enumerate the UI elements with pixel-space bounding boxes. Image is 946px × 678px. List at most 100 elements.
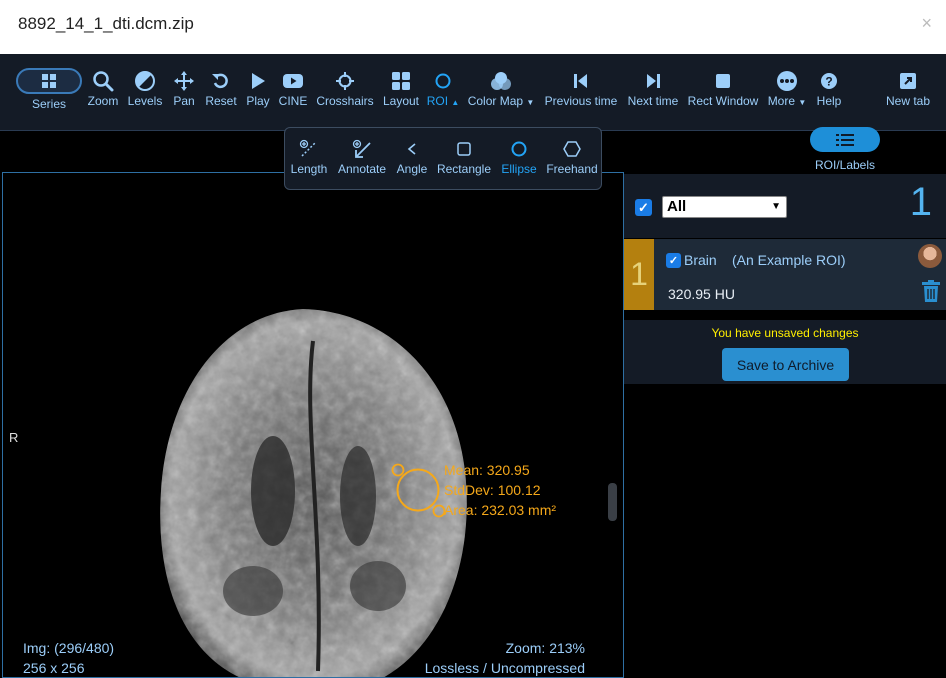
annotate-icon [352, 139, 371, 158]
trash-icon[interactable] [922, 280, 940, 302]
undo-icon [212, 73, 228, 89]
ellipse-tool[interactable]: Ellipse [499, 136, 539, 176]
roi-button[interactable]: ROI ▲ [426, 68, 460, 108]
dialog-title: 8892_14_1_dti.dcm.zip [18, 14, 194, 33]
roi-labels-toggle[interactable] [810, 127, 880, 152]
rect-window-button[interactable]: Rect Window [687, 68, 759, 108]
ellipse-label: Ellipse [501, 162, 537, 176]
freehand-label: Freehand [546, 162, 598, 176]
chevron-down-icon: ▼ [526, 98, 535, 107]
new-tab-label: New tab [885, 94, 931, 108]
external-link-icon [900, 73, 916, 89]
pan-label: Pan [173, 94, 195, 108]
roi-value: 320.95 HU [668, 286, 735, 302]
levels-label: Levels [127, 94, 163, 108]
rect-window-label: Rect Window [687, 94, 759, 108]
skip-back-icon [574, 74, 587, 88]
levels-button[interactable]: Levels [126, 68, 164, 108]
layout-button[interactable]: Layout [381, 68, 421, 108]
roi-name: Brain [684, 252, 717, 268]
select-all-checkbox[interactable]: ✓ [635, 199, 652, 216]
roi-labels-label: ROI/Labels [814, 158, 876, 172]
roi-filter-select[interactable]: All ▼ [662, 196, 787, 218]
grid-icon [16, 68, 82, 94]
zoom-button[interactable]: Zoom [86, 68, 120, 108]
rectangle-icon [457, 142, 471, 156]
image-viewport[interactable]: A R Mean: 320.95 StdDev: 100.12 Area: 23… [2, 172, 624, 678]
roi-handle-bottom-right [432, 504, 446, 518]
color-map-label: Color Map ▼ [467, 94, 535, 108]
reset-button[interactable]: Reset [204, 68, 238, 108]
freehand-tool[interactable]: Freehand [545, 136, 599, 176]
roi-visible-checkbox[interactable]: ✓ [666, 253, 681, 268]
layout-icon [392, 72, 410, 90]
avatar [918, 244, 942, 268]
save-to-archive-button[interactable]: Save to Archive [722, 348, 849, 381]
dialog-titlebar: 8892_14_1_dti.dcm.zip × [0, 0, 946, 54]
ellipse-icon [511, 141, 527, 157]
roi-number: 1 [624, 239, 654, 310]
angle-tool[interactable]: Angle [393, 136, 431, 176]
chevron-down-icon: ▼ [798, 98, 807, 107]
roi-count: 1 [909, 180, 932, 224]
compression-info: Lossless / Uncompressed [424, 660, 585, 676]
length-tool[interactable]: Length [289, 136, 329, 176]
orientation-left: R [9, 430, 19, 445]
more-icon [777, 71, 797, 91]
pan-button[interactable]: Pan [170, 68, 198, 108]
main-toolbar: Series Zoom Levels Pan Reset Play CINE C… [0, 54, 946, 131]
roi-handle-top-left [391, 463, 405, 477]
more-label: More ▼ [767, 94, 807, 108]
help-label: Help [816, 94, 842, 108]
play-button[interactable]: Play [244, 68, 272, 108]
crosshairs-label: Crosshairs [316, 94, 374, 108]
move-icon [174, 71, 194, 91]
previous-time-label: Previous time [544, 94, 618, 108]
roi-list-item[interactable]: 1 ✓ Brain (An Example ROI) 320.95 HU [624, 239, 946, 310]
new-tab-button[interactable]: New tab [884, 68, 932, 108]
length-label: Length [290, 162, 328, 176]
previous-time-button[interactable]: Previous time [543, 68, 619, 108]
rectangle-tool[interactable]: Rectangle [435, 136, 493, 176]
hexagon-icon [563, 141, 581, 157]
series-label: Series [31, 97, 66, 111]
layout-label: Layout [382, 94, 420, 108]
cine-label: CINE [278, 94, 308, 108]
roi-mean: Mean: 320.95 [444, 462, 530, 478]
play-label: Play [246, 94, 270, 108]
chevron-up-icon: ▲ [451, 98, 460, 107]
roi-label: ROI ▲ [426, 94, 460, 108]
color-map-button[interactable]: Color Map ▼ [466, 68, 536, 108]
roi-area: Area: 232.03 mm² [444, 502, 557, 518]
list-icon [836, 133, 854, 146]
ellipse-roi[interactable] [388, 460, 448, 520]
color-map-icon [491, 72, 511, 90]
roi-tools-dropdown: Length Annotate Angle Rectangle Ellipse … [284, 127, 602, 190]
series-button[interactable]: Series [16, 68, 82, 111]
play-icon [252, 73, 265, 89]
youtube-icon [283, 74, 303, 88]
close-icon[interactable]: × [921, 13, 932, 34]
image-index: Img: (296/480) [23, 640, 115, 656]
annotate-tool[interactable]: Annotate [335, 136, 389, 176]
roi-side-panel: ✓ All ▼ 1 1 ✓ Brain (An Example ROI) 320… [624, 174, 946, 678]
cine-button[interactable]: CINE [278, 68, 308, 108]
annotate-label: Annotate [337, 162, 387, 176]
square-icon [716, 74, 730, 88]
crosshairs-button[interactable]: Crosshairs [314, 68, 376, 108]
angle-label: Angle [396, 162, 428, 176]
slice-scrollbar[interactable] [608, 483, 617, 521]
help-button[interactable]: ? Help [814, 68, 844, 108]
next-time-label: Next time [627, 94, 679, 108]
unsaved-message: You have unsaved changes [711, 326, 859, 340]
rectangle-label: Rectangle [436, 162, 492, 176]
ruler-icon [299, 139, 317, 157]
roi-stddev: StdDev: 100.12 [444, 482, 541, 498]
next-time-button[interactable]: Next time [626, 68, 680, 108]
skip-forward-icon [647, 74, 660, 88]
unsaved-changes-box: You have unsaved changes Save to Archive [624, 320, 946, 384]
reset-label: Reset [205, 94, 237, 108]
search-icon [93, 71, 114, 92]
circle-icon [435, 73, 451, 89]
more-button[interactable]: More ▼ [766, 68, 808, 108]
